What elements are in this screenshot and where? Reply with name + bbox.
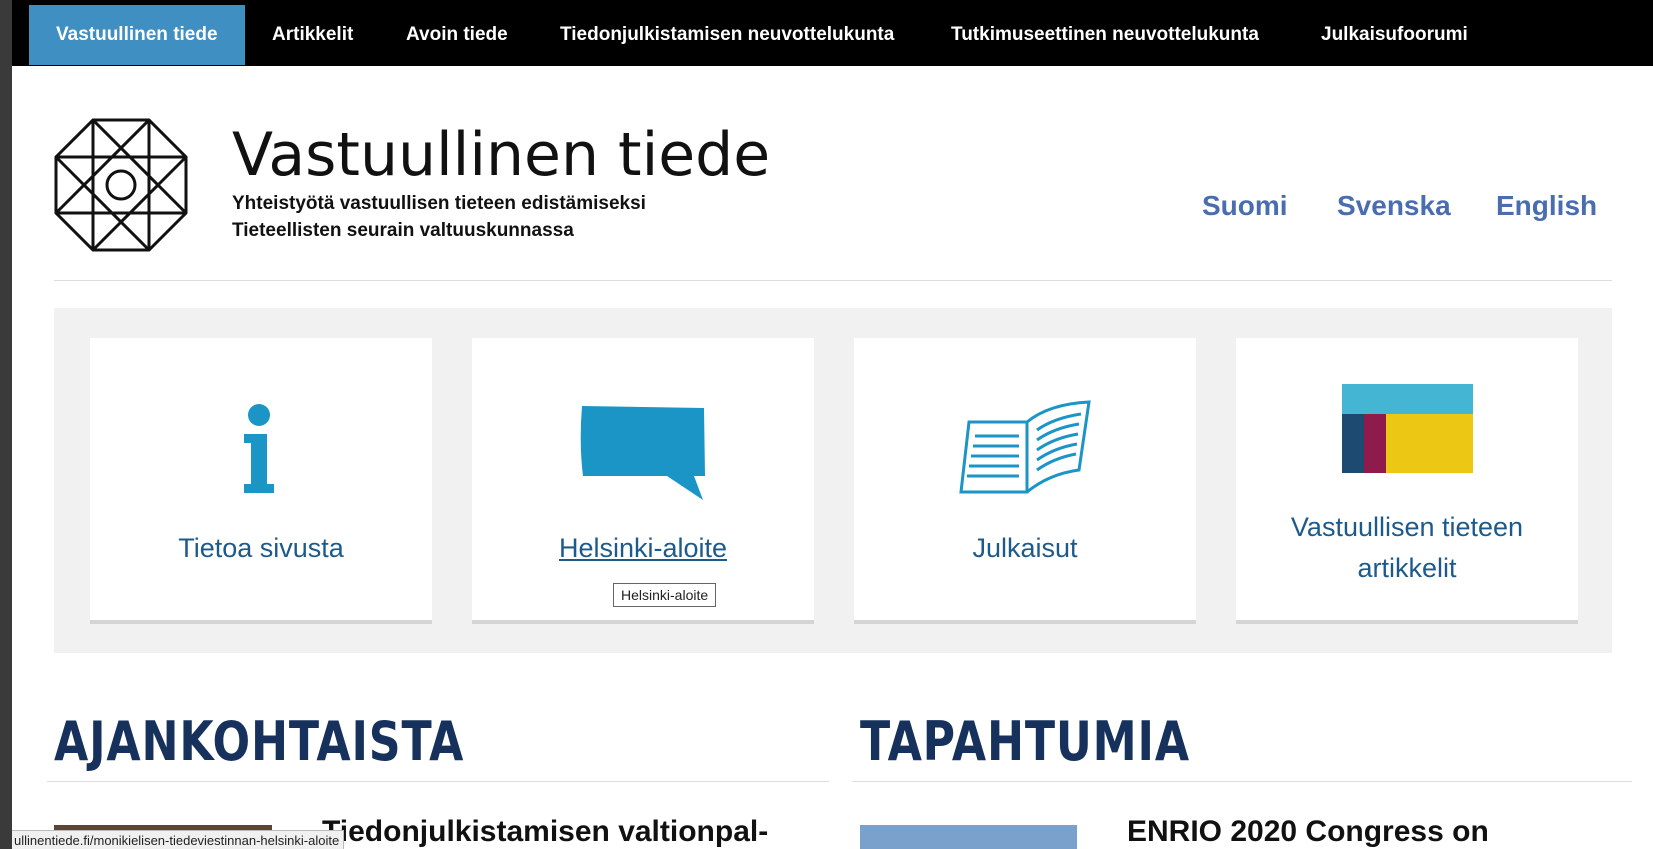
news-item-title[interactable]: Tiedonjulkistamisen valtionpal-	[322, 815, 768, 849]
open-book-icon	[959, 400, 1091, 494]
speech-bubble-icon	[580, 406, 705, 500]
card-tietoa-sivusta[interactable]: Tietoa sivusta	[90, 338, 432, 624]
nav-item-vastuullinen-tiede[interactable]: Vastuullinen tiede	[29, 5, 245, 65]
language-link-english[interactable]: English	[1496, 190, 1597, 222]
events-heading: TAPAHTUMIA	[860, 710, 1190, 773]
news-heading: AJANKOHTAISTA	[54, 710, 465, 773]
site-title[interactable]: Vastuullinen tiede	[232, 120, 770, 190]
card-label: Tietoa sivusta	[178, 533, 344, 563]
card-vastuullisen-tieteen-artikkelit[interactable]: Vastuullisen tieteen artikkelit	[1236, 338, 1578, 624]
card-label: Helsinki-aloite	[558, 533, 728, 563]
header-divider	[54, 280, 1612, 281]
card-helsinki-aloite[interactable]: Helsinki-aloite Helsinki-aloite	[472, 338, 814, 624]
card-label-line2: artikkelit	[1357, 553, 1457, 583]
event-thumbnail[interactable]	[860, 825, 1077, 849]
card-label-line1: Vastuullisen tieteen	[1290, 512, 1524, 542]
language-link-suomi[interactable]: Suomi	[1202, 190, 1288, 222]
event-item-title[interactable]: ENRIO 2020 Congress on	[1127, 815, 1489, 849]
tooltip: Helsinki-aloite	[613, 583, 717, 607]
site-tagline-line1: Yhteistyötä vastuullisen tieteen edistäm…	[232, 193, 646, 214]
feature-cards-panel: Tietoa sivusta Helsinki-aloite Helsinki-…	[54, 308, 1612, 653]
site-tagline-line2: Tieteellisten seurain valtuuskunnassa	[232, 220, 574, 241]
color-blocks-icon	[1342, 384, 1473, 473]
events-divider	[852, 781, 1632, 782]
nav-item-artikkelit[interactable]: Artikkelit	[245, 5, 380, 65]
card-label: Julkaisut	[972, 533, 1078, 563]
nav-item-tiedonjulkistamisen-neuvottelukunta[interactable]: Tiedonjulkistamisen neuvottelukunta	[533, 5, 921, 65]
language-link-svenska[interactable]: Svenska	[1337, 190, 1451, 222]
nav-item-tutkimuseettinen-neuvottelukunta[interactable]: Tutkimuseettinen neuvottelukunta	[924, 5, 1286, 65]
site-logo-icon[interactable]	[54, 118, 188, 252]
news-divider	[47, 781, 829, 782]
status-bar-url: ullinentiede.fi/monikielisen-tiedeviesti…	[12, 830, 345, 849]
nav-item-julkaisufoorumi[interactable]: Julkaisufoorumi	[1294, 5, 1495, 65]
nav-item-avoin-tiede[interactable]: Avoin tiede	[379, 5, 535, 65]
browser-viewport: Vastuullinen tiede Artikkelit Avoin tied…	[12, 0, 1653, 849]
info-icon	[244, 404, 274, 493]
card-julkaisut[interactable]: Julkaisut	[854, 338, 1196, 624]
top-navigation: Vastuullinen tiede Artikkelit Avoin tied…	[12, 0, 1653, 66]
